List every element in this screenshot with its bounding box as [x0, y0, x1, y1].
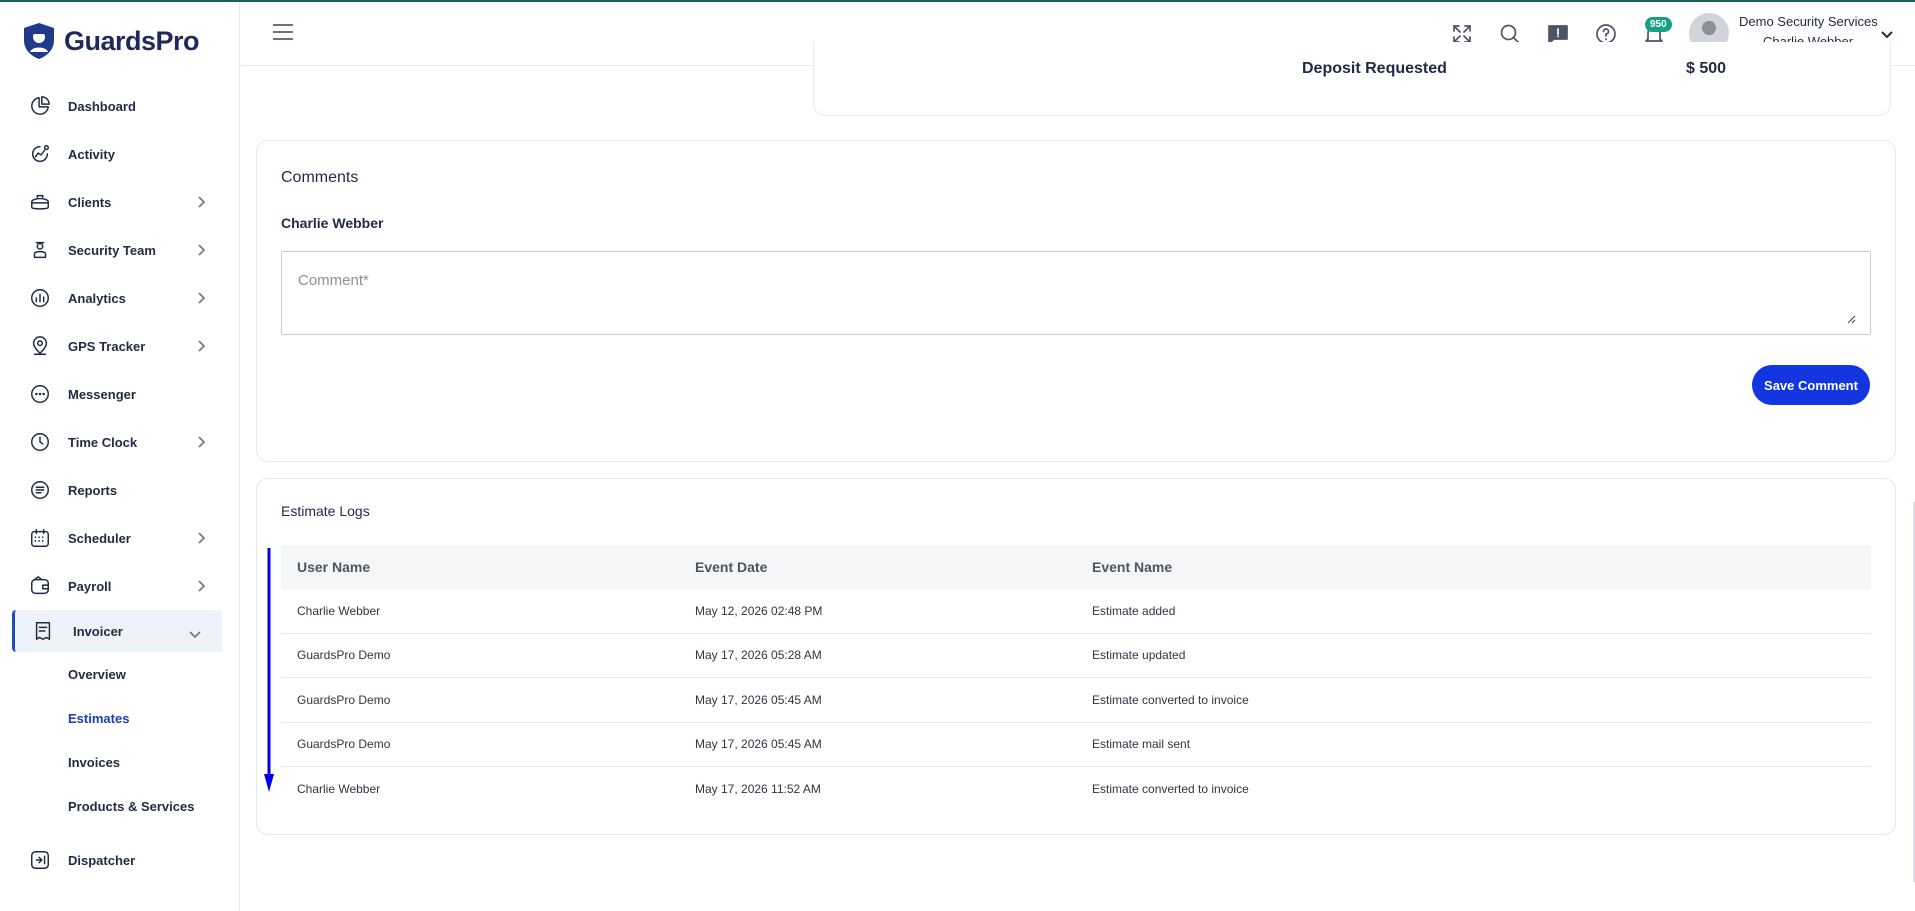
cell-event-date: May 17, 2026 05:45 AM	[695, 737, 822, 752]
column-header-user-name[interactable]: User Name	[281, 559, 679, 575]
scroll-down-arrow-icon	[264, 548, 274, 792]
app-name: GuardsPro	[64, 25, 200, 56]
sidebar-item-activity[interactable]: Activity	[0, 130, 240, 178]
cell-event-name: Estimate added	[1092, 603, 1176, 618]
sidebar-item-clients[interactable]: Clients	[0, 178, 240, 226]
comment-input[interactable]: Comment*	[281, 251, 1871, 335]
comments-card: Comments Charlie Webber Comment* Save Co…	[256, 140, 1896, 462]
cell-event-date: May 17, 2026 11:52 AM	[695, 782, 821, 797]
sidebar: GuardsPro Dashboard Activity Clients Sec…	[0, 2, 240, 911]
cell-user-name: Charlie Webber	[297, 782, 381, 797]
sidebar-item-label: Dashboard	[68, 98, 136, 114]
cell-event-name: Estimate updated	[1092, 648, 1186, 663]
estimate-logs-table: User Name Event Date Event Name Charlie …	[281, 545, 1871, 812]
comments-title: Comments	[281, 169, 359, 186]
sidebar-item-label: Messenger	[68, 386, 136, 402]
sidebar-item-label: GPS Tracker	[68, 338, 146, 354]
chevron-down-icon[interactable]	[1879, 26, 1895, 42]
deposit-requested-label: Deposit Requested	[1302, 60, 1447, 77]
activity-icon	[28, 142, 52, 166]
sidebar-item-label: Dispatcher	[68, 852, 136, 868]
sidebar-item-label: Clients	[68, 194, 112, 210]
sidebar-item-payroll[interactable]: Payroll	[0, 562, 240, 610]
sidebar-item-label: Scheduler	[68, 530, 131, 546]
notification-badge: 950	[1645, 17, 1672, 32]
analytics-icon	[28, 286, 52, 310]
cell-user-name: GuardsPro Demo	[297, 737, 391, 752]
cell-event-name: Estimate converted to invoice	[1092, 692, 1249, 707]
chevron-right-icon	[194, 291, 208, 305]
cell-event-date: May 17, 2026 05:45 AM	[695, 692, 822, 707]
chevron-right-icon	[194, 531, 208, 545]
user-company: Demo Security Services	[1739, 14, 1878, 29]
cell-user-name: GuardsPro Demo	[297, 692, 391, 707]
chevron-right-icon	[194, 243, 208, 257]
sidebar-nav: Dashboard Activity Clients Security Team…	[0, 82, 240, 884]
estimate-summary-card: Deposit Requested $ 500	[813, 42, 1891, 116]
sidebar-subitem-products-services[interactable]: Products & Services	[0, 784, 240, 828]
table-row: GuardsPro Demo May 17, 2026 05:45 AM Est…	[281, 678, 1871, 723]
table-row: GuardsPro Demo May 17, 2026 05:45 AM Est…	[281, 723, 1871, 767]
sidebar-item-dashboard[interactable]: Dashboard	[0, 82, 240, 130]
reports-icon	[28, 478, 52, 502]
cell-event-date: May 17, 2026 05:28 AM	[695, 648, 822, 663]
comment-author: Charlie Webber	[281, 215, 384, 231]
cell-user-name: Charlie Webber	[297, 603, 381, 618]
sidebar-item-label: Security Team	[68, 242, 156, 258]
sidebar-item-label: Analytics	[68, 290, 126, 306]
estimate-logs-card: Estimate Logs User Name Event Date Event…	[256, 478, 1896, 835]
security-team-icon	[28, 238, 52, 262]
sidebar-item-label: Reports	[68, 482, 118, 498]
resize-handle-icon[interactable]	[1847, 311, 1856, 324]
clients-icon	[28, 190, 52, 214]
sidebar-item-messenger[interactable]: Messenger	[0, 370, 240, 418]
calendar-icon	[28, 526, 52, 550]
payroll-icon	[28, 574, 52, 598]
cell-event-name: Estimate converted to invoice	[1092, 782, 1249, 797]
chevron-right-icon	[194, 579, 208, 593]
sidebar-subitem-overview[interactable]: Overview	[0, 652, 240, 696]
sidebar-item-label: Payroll	[68, 578, 112, 594]
sidebar-subitem-estimates[interactable]: Estimates	[0, 696, 240, 740]
deposit-requested-value: $ 500	[1686, 60, 1727, 77]
shield-logo-icon	[24, 23, 54, 59]
menu-toggle-icon[interactable]	[273, 24, 293, 40]
sidebar-item-reports[interactable]: Reports	[0, 466, 240, 514]
cell-event-date: May 12, 2026 02:48 PM	[695, 603, 823, 618]
invoice-icon	[31, 619, 55, 643]
dispatcher-icon	[28, 848, 52, 872]
comment-placeholder: Comment*	[298, 272, 369, 289]
messenger-icon	[28, 382, 52, 406]
save-comment-button[interactable]: Save Comment	[1752, 365, 1870, 405]
gps-icon	[28, 334, 52, 358]
sidebar-subitem-invoices[interactable]: Invoices	[0, 740, 240, 784]
dashboard-icon	[28, 94, 52, 118]
table-header: User Name Event Date Event Name	[281, 545, 1871, 589]
chevron-right-icon	[194, 339, 208, 353]
chevron-right-icon	[194, 195, 208, 209]
sidebar-item-gps-tracker[interactable]: GPS Tracker	[0, 322, 240, 370]
table-row: Charlie Webber May 12, 2026 02:48 PM Est…	[281, 589, 1871, 634]
sidebar-item-scheduler[interactable]: Scheduler	[0, 514, 240, 562]
sidebar-item-label: Time Clock	[68, 434, 138, 450]
estimate-logs-title: Estimate Logs	[281, 503, 370, 519]
sidebar-item-time-clock[interactable]: Time Clock	[0, 418, 240, 466]
chevron-down-icon	[188, 627, 202, 641]
sidebar-item-security-team[interactable]: Security Team	[0, 226, 240, 274]
cell-user-name: GuardsPro Demo	[297, 648, 391, 663]
sidebar-item-label: Activity	[68, 146, 115, 162]
column-header-event-name[interactable]: Event Name	[1076, 559, 1871, 575]
sidebar-item-dispatcher[interactable]: Dispatcher	[0, 836, 240, 884]
table-row: Charlie Webber May 17, 2026 11:52 AM Est…	[281, 767, 1871, 812]
sidebar-item-invoicer[interactable]: Invoicer	[12, 610, 222, 652]
cell-event-name: Estimate mail sent	[1092, 737, 1191, 752]
app-logo[interactable]: GuardsPro	[22, 22, 200, 60]
chevron-right-icon	[194, 435, 208, 449]
column-header-event-date[interactable]: Event Date	[679, 559, 1076, 575]
table-row: GuardsPro Demo May 17, 2026 05:28 AM Est…	[281, 634, 1871, 678]
sidebar-item-analytics[interactable]: Analytics	[0, 274, 240, 322]
clock-icon	[28, 430, 52, 454]
sidebar-item-label: Invoicer	[73, 623, 123, 639]
